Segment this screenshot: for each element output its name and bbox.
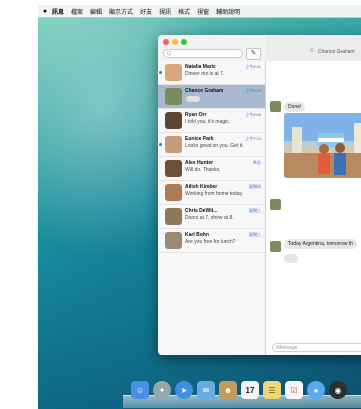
- chat-transcript: Done! Today Argentina, tomorrow th iMess…: [266, 61, 361, 355]
- avatar: [165, 160, 182, 177]
- message-preview: Looks great on you. Get it.: [185, 143, 244, 149]
- compose-icon: ✎: [250, 50, 257, 57]
- search-input[interactable]: Q: [163, 49, 243, 58]
- search-icon: Q: [167, 50, 171, 57]
- message-time: 星期三: [249, 232, 261, 237]
- conversation-list: Natalia Maric 上午8:41 Dinner rez is at 7.…: [158, 61, 266, 355]
- message-time: 上午7:23: [245, 136, 261, 141]
- message-time: 上午8:08: [245, 112, 261, 117]
- message-input-placeholder: iMessage: [276, 344, 298, 351]
- mail-icon[interactable]: ✉: [197, 381, 215, 399]
- photo-attachment[interactable]: [284, 113, 361, 178]
- menu-view[interactable]: 顯示方式: [109, 7, 133, 16]
- safari-icon[interactable]: ➤: [175, 381, 193, 399]
- menu-buddies[interactable]: 好友: [140, 7, 152, 16]
- conversation-chance-graham[interactable]: Chance Graham 上午8:40: [158, 85, 265, 109]
- contact-name: Alex Hunter: [185, 160, 214, 166]
- avatar: [165, 184, 182, 201]
- menu-format[interactable]: 格式: [178, 7, 190, 16]
- contact-name: Ailish Kimber: [185, 184, 218, 190]
- contacts-icon[interactable]: ☻: [219, 381, 237, 399]
- avatar: [165, 208, 182, 225]
- zoom-icon[interactable]: [181, 39, 187, 45]
- avatar: [165, 232, 182, 249]
- message-preview: Will do. Thanks.: [185, 167, 221, 173]
- messages-icon[interactable]: ●: [307, 381, 325, 399]
- unread-dot: [159, 71, 162, 74]
- avatar: [165, 136, 182, 153]
- menu-help[interactable]: 輔助說明: [216, 7, 240, 16]
- message-preview: Doors at 7, show at 8.: [185, 215, 234, 221]
- conversation-karl-bohn[interactable]: Karl Bohn 星期三 Are you free for lunch?: [158, 229, 265, 253]
- contact-name: Eunice Park: [185, 136, 214, 142]
- contact-name: Natalia Maric: [185, 64, 216, 70]
- message-time: 上午8:40: [245, 88, 261, 93]
- unread-dot: [159, 143, 162, 146]
- message-preview: Working from home today.: [185, 191, 244, 197]
- launchpad-icon[interactable]: ✦: [153, 381, 171, 399]
- window-controls: [163, 39, 187, 45]
- avatar: [165, 64, 182, 81]
- facetime-icon[interactable]: ◉: [329, 381, 347, 399]
- avatar: [270, 241, 281, 252]
- conversation-natalia-maric[interactable]: Natalia Maric 上午8:41 Dinner rez is at 7.: [158, 61, 265, 85]
- apple-menu-icon[interactable]: ●: [38, 8, 52, 15]
- compose-button[interactable]: ✎: [246, 48, 261, 60]
- contact-name: Chris DeWit...: [185, 208, 218, 214]
- message-preview: Are you free for lunch?: [185, 239, 236, 245]
- message-preview: Dinner rez is at 7.: [185, 71, 225, 77]
- contact-name: Chance Graham: [185, 88, 224, 94]
- photo-image: [284, 113, 361, 178]
- avatar: [270, 199, 281, 210]
- message-time: 星期四: [249, 184, 261, 189]
- message-preview: I told you, it's magic.: [185, 119, 231, 125]
- message-bubble: Done!: [284, 102, 306, 112]
- message-bubble: Today Argentina, tomorrow th: [284, 239, 358, 249]
- menu-bar: ● 訊息 檔案 編輯 顯示方式 好友 視訊 格式 視窗 輔助說明: [38, 5, 361, 18]
- avatar: [165, 88, 182, 105]
- close-icon[interactable]: [163, 39, 169, 45]
- reminders-icon[interactable]: ☑: [285, 381, 303, 399]
- avatar: [270, 101, 281, 112]
- menu-file[interactable]: 檔案: [71, 7, 83, 16]
- minimize-icon[interactable]: [172, 39, 178, 45]
- conversation-chris-dewit[interactable]: Chris DeWit... 星期三 Doors at 7, show at 8…: [158, 205, 265, 229]
- menu-edit[interactable]: 編輯: [90, 7, 102, 16]
- message-time: 上午8:41: [245, 64, 261, 69]
- typing-indicator: [284, 254, 298, 263]
- calendar-icon[interactable]: 17: [241, 381, 259, 399]
- desktop-wallpaper: ● 訊息 檔案 編輯 顯示方式 好友 視訊 格式 視窗 輔助說明 Q ✎ Nat…: [38, 5, 361, 409]
- conversation-eunice-park[interactable]: Eunice Park 上午7:23 Looks great on you. G…: [158, 133, 265, 157]
- menu-messages[interactable]: 訊息: [52, 7, 64, 16]
- messages-window: Q ✎ Natalia Maric 上午8:41 Dinner rez is a…: [158, 35, 361, 355]
- message-input[interactable]: iMessage: [272, 343, 361, 352]
- details-icon[interactable]: ≡: [310, 48, 314, 54]
- dock: ☺ ✦ ➤ ✉ ☻ 17 ☰ ☑ ● ◉: [123, 379, 361, 409]
- chat-title: Chance Graham: [318, 49, 355, 55]
- contact-name: Karl Bohn: [185, 232, 209, 238]
- contact-name: Ryan Orr: [185, 112, 207, 118]
- conversation-ailish-kimber[interactable]: Ailish Kimber 星期四 Working from home toda…: [158, 181, 265, 205]
- message-time: 昨天: [253, 160, 261, 165]
- avatar: [165, 112, 182, 129]
- conversation-alex-hunter[interactable]: Alex Hunter 昨天 Will do. Thanks.: [158, 157, 265, 181]
- chat-header: ≡ Chance Graham: [266, 35, 361, 62]
- calendar-day: 17: [245, 385, 255, 395]
- menu-video[interactable]: 視訊: [159, 7, 171, 16]
- finder-icon[interactable]: ☺: [131, 381, 149, 399]
- menu-window[interactable]: 視窗: [197, 7, 209, 16]
- conversation-ryan-orr[interactable]: Ryan Orr 上午8:08 I told you, it's magic.: [158, 109, 265, 133]
- typing-indicator: [186, 96, 200, 102]
- notes-icon[interactable]: ☰: [263, 381, 281, 399]
- message-time: 星期三: [249, 208, 261, 213]
